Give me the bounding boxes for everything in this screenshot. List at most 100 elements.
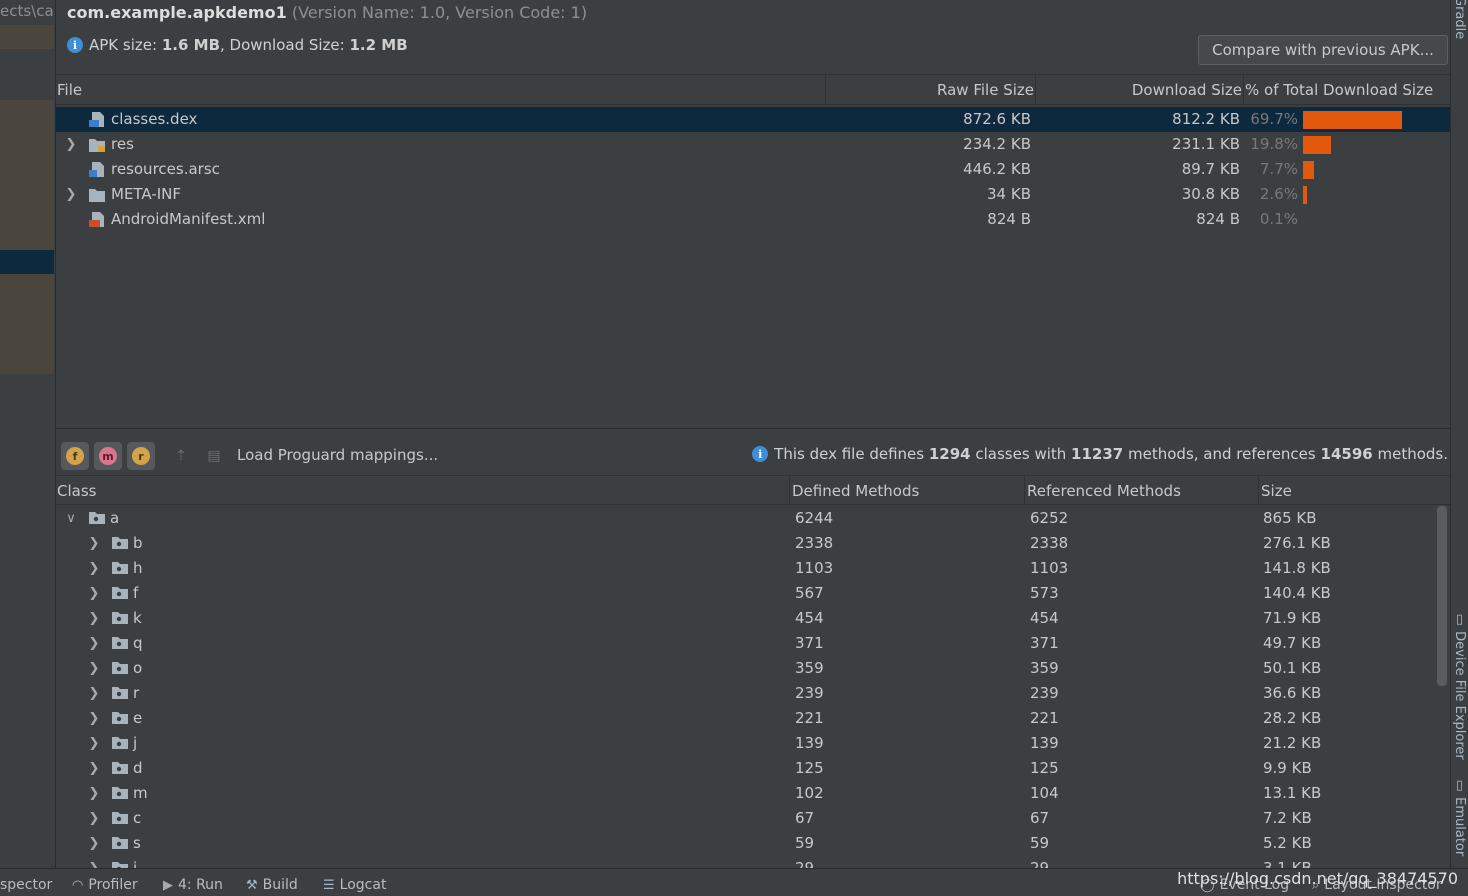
class-row[interactable]: ∨ a 6244 6252 865 KB [56, 506, 1436, 531]
res-folder-icon [88, 136, 106, 153]
percent-label: 0.1% [1259, 210, 1298, 228]
profiler-tab[interactable]: ◠ Profiler [72, 877, 138, 893]
deobfuscate-icon[interactable]: ▤ [203, 446, 225, 466]
watermark-text: https://blog.csdn.net/qq_38474570 [1177, 869, 1458, 888]
splitter[interactable] [56, 428, 1451, 429]
chevron-right-icon[interactable]: ❯ [87, 710, 101, 726]
class-row[interactable]: ❯ h 1103 1103 141.8 KB [56, 556, 1436, 581]
project-panel-strip: ects\cak [0, 0, 55, 868]
chevron-right-icon[interactable]: ❯ [64, 186, 78, 202]
project-tree-block[interactable] [0, 274, 54, 374]
class-name: r [133, 684, 140, 702]
defined-methods: 567 [795, 584, 824, 602]
inspector-tab[interactable]: spector [0, 877, 52, 893]
project-tree-row[interactable] [0, 25, 54, 49]
file-row[interactable]: ❯ META-INF 34 KB 30.8 KB 2.6% [56, 182, 1451, 207]
arsc-file-icon [88, 161, 106, 178]
chevron-right-icon[interactable]: ❯ [87, 585, 101, 601]
package-icon [111, 536, 129, 550]
logcat-tab[interactable]: ☰ Logcat [323, 877, 386, 893]
build-tab[interactable]: ⚒ Build [246, 877, 298, 893]
dex-summary: i This dex file defines 1294 classes wit… [752, 445, 1448, 463]
defined-methods: 102 [795, 784, 824, 802]
column-referenced-methods[interactable]: Referenced Methods [1027, 482, 1181, 500]
version-info: (Version Name: 1.0, Version Code: 1) [291, 3, 588, 22]
class-size: 50.1 KB [1263, 659, 1322, 677]
raw-file-size: 824 B [987, 210, 1031, 228]
class-row[interactable]: ❯ s 59 59 5.2 KB [56, 831, 1436, 856]
load-proguard-mappings-button[interactable]: Load Proguard mappings... [237, 446, 438, 464]
show-fields-button[interactable]: f [61, 442, 89, 470]
emulator-tab[interactable]: ▯ Emulator [1452, 778, 1467, 856]
info-icon: i [752, 446, 769, 462]
compare-apk-button[interactable]: Compare with previous APK... [1198, 35, 1448, 65]
chevron-right-icon[interactable]: ❯ [87, 535, 101, 551]
chevron-right-icon[interactable]: ❯ [87, 735, 101, 751]
class-row[interactable]: ❯ i 29 29 3.1 KB [56, 856, 1436, 868]
defined-methods: 221 [795, 709, 824, 727]
class-size: 49.7 KB [1263, 634, 1322, 652]
chevron-right-icon[interactable]: ❯ [64, 136, 78, 152]
device-file-explorer-icon: ▯ [1452, 612, 1467, 627]
class-row[interactable]: ❯ m 102 104 13.1 KB [56, 781, 1436, 806]
run-tab[interactable]: ▶ 4: Run [163, 877, 223, 893]
class-row[interactable]: ❯ e 221 221 28.2 KB [56, 706, 1436, 731]
chevron-down-icon[interactable]: ∨ [64, 510, 78, 526]
referenced-methods: 104 [1030, 784, 1059, 802]
class-table-scrollbar[interactable] [1437, 506, 1447, 686]
chevron-right-icon[interactable]: ❯ [87, 835, 101, 851]
chevron-right-icon[interactable]: ❯ [87, 635, 101, 651]
chevron-right-icon[interactable]: ❯ [87, 685, 101, 701]
referenced-methods: 139 [1030, 734, 1059, 752]
project-tree-block[interactable] [0, 100, 54, 250]
class-row[interactable]: ❯ j 139 139 21.2 KB [56, 731, 1436, 756]
export-tree-icon[interactable]: ⇡ [170, 446, 192, 466]
file-row[interactable]: classes.dex 872.6 KB 812.2 KB 69.7% [56, 107, 1451, 132]
column-defined-methods[interactable]: Defined Methods [792, 482, 919, 500]
column-percent-total[interactable]: % of Total Download Size [1245, 81, 1433, 99]
chevron-right-icon[interactable]: ❯ [87, 860, 101, 869]
file-row[interactable]: ❯ res 234.2 KB 231.1 KB 19.8% [56, 132, 1451, 157]
class-row[interactable]: ❯ k 454 454 71.9 KB [56, 606, 1436, 631]
chevron-right-icon[interactable]: ❯ [87, 785, 101, 801]
defined-methods: 454 [795, 609, 824, 627]
download-size: 89.7 KB [1181, 160, 1240, 178]
class-row[interactable]: ❯ b 2338 2338 276.1 KB [56, 531, 1436, 556]
apk-title: com.example.apkdemo1 (Version Name: 1.0,… [67, 3, 587, 22]
class-row[interactable]: ❯ d 125 125 9.9 KB [56, 756, 1436, 781]
class-table-header: Class Defined Methods Referenced Methods… [56, 475, 1451, 505]
class-row[interactable]: ❯ f 567 573 140.4 KB [56, 581, 1436, 606]
column-raw-file-size[interactable]: Raw File Size [937, 81, 1034, 99]
file-row[interactable]: AndroidManifest.xml 824 B 824 B 0.1% [56, 207, 1451, 232]
class-name: o [133, 659, 143, 677]
class-row[interactable]: ❯ o 359 359 50.1 KB [56, 656, 1436, 681]
chevron-right-icon[interactable]: ❯ [87, 810, 101, 826]
apk-analyzer-window: ects\cak com.example.apkdemo1 (Version N… [0, 0, 1468, 896]
referenced-methods: 239 [1030, 684, 1059, 702]
gradle-tab[interactable]: Gradle [1452, 0, 1467, 39]
column-size[interactable]: Size [1261, 482, 1292, 500]
file-row[interactable]: resources.arsc 446.2 KB 89.7 KB 7.7% [56, 157, 1451, 182]
referenced-methods: 6252 [1030, 509, 1069, 527]
show-referenced-button[interactable]: r [127, 442, 155, 470]
class-row[interactable]: ❯ q 371 371 49.7 KB [56, 631, 1436, 656]
chevron-right-icon[interactable]: ❯ [87, 610, 101, 626]
column-class[interactable]: Class [57, 482, 96, 500]
project-tree-selected-row[interactable] [0, 250, 54, 274]
class-name: j [133, 734, 138, 752]
class-name: b [133, 534, 143, 552]
show-methods-button[interactable]: m [94, 442, 122, 470]
show-fields-icon: f [66, 447, 84, 465]
chevron-right-icon[interactable]: ❯ [87, 660, 101, 676]
class-size: 36.6 KB [1263, 684, 1322, 702]
class-row[interactable]: ❯ c 67 67 7.2 KB [56, 806, 1436, 831]
chevron-right-icon[interactable]: ❯ [87, 760, 101, 776]
column-download-size[interactable]: Download Size [1132, 81, 1242, 99]
column-file[interactable]: File [57, 81, 82, 99]
apk-analyzer-panel: com.example.apkdemo1 (Version Name: 1.0,… [55, 0, 1451, 868]
class-row[interactable]: ❯ r 239 239 36.6 KB [56, 681, 1436, 706]
device-file-explorer-tab[interactable]: ▯ Device File Explorer [1452, 612, 1467, 760]
show-methods-icon: m [99, 447, 117, 465]
chevron-right-icon[interactable]: ❯ [87, 560, 101, 576]
package-icon [111, 586, 129, 600]
